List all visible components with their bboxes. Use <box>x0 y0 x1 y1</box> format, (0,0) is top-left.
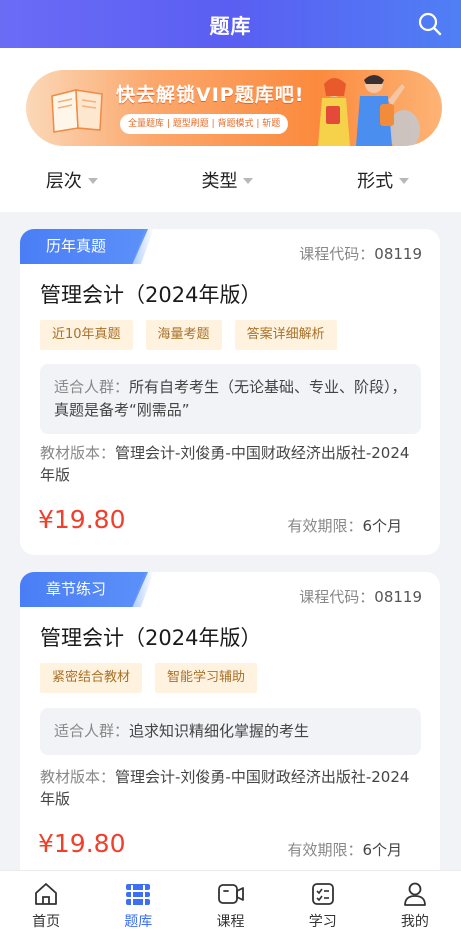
edition-label: 教材版本： <box>40 768 116 786</box>
tab-question-bank[interactable]: 题库 <box>92 871 184 937</box>
feature-tag: 海量考题 <box>145 320 222 350</box>
card-category-ribbon: 章节练习 <box>20 572 148 607</box>
validity-label: 有效期限： <box>287 517 363 535</box>
caret-down-icon <box>87 178 98 184</box>
user-icon <box>404 882 426 906</box>
tab-label: 首页 <box>32 914 61 930</box>
course-code: 课程代码：08119 <box>299 586 422 607</box>
validity-value: 6个月 <box>362 841 402 859</box>
feature-tag: 智能学习辅助 <box>155 663 258 693</box>
course-code-value: 08119 <box>374 588 422 606</box>
validity-value: 6个月 <box>362 517 402 535</box>
tab-courses[interactable]: 课程 <box>184 871 276 937</box>
filter-label: 层次 <box>45 171 82 192</box>
book-icon <box>51 89 103 133</box>
page-title: 题库 <box>209 13 252 38</box>
search-button[interactable] <box>413 7 447 41</box>
filter-label: 形式 <box>357 171 394 192</box>
question-bank-icon <box>126 884 151 905</box>
filter-level[interactable]: 层次 <box>46 167 98 193</box>
video-icon <box>217 884 244 904</box>
course-code-label: 课程代码： <box>299 588 375 606</box>
bottom-tab-bar: 首页 题库 课程 学习 我的 <box>0 870 461 937</box>
question-bank-card[interactable]: 历年真题 课程代码：08119 管理会计（2024年版） 近10年真题 海量考题… <box>20 229 440 555</box>
feature-tag: 紧密结合教材 <box>40 663 143 693</box>
question-bank-card[interactable]: 章节练习 课程代码：08119 管理会计（2024年版） 紧密结合教材 智能学习… <box>20 572 440 912</box>
top-section: 快去解锁VIP题库吧! 全量题库 | 题型刷题 | 背题模式 | 斩题 层次 类… <box>0 48 461 212</box>
tab-study[interactable]: 学习 <box>277 871 369 937</box>
validity-period: 有效期限：6个月 <box>287 839 402 860</box>
course-code: 课程代码：08119 <box>299 243 422 264</box>
audience-text: 追求知识精细化掌握的考生 <box>129 722 310 740</box>
home-icon <box>35 883 57 905</box>
audience-box: 适合人群：追求知识精细化掌握的考生 <box>40 708 421 755</box>
course-code-value: 08119 <box>374 245 422 263</box>
filter-type[interactable]: 类型 <box>201 167 254 193</box>
textbook-edition: 教材版本：管理会计-刘俊勇-中国财政经济出版社-2024年版 <box>40 442 420 486</box>
tab-label: 题库 <box>124 914 153 930</box>
top-bar: 题库 <box>0 0 461 48</box>
validity-label: 有效期限： <box>287 841 363 859</box>
audience-label: 适合人群： <box>54 378 130 396</box>
validity-period: 有效期限：6个月 <box>287 515 402 536</box>
search-icon <box>418 12 442 36</box>
price: ¥19.80 <box>38 829 126 858</box>
course-title: 管理会计（2024年版） <box>40 283 262 307</box>
filter-label: 类型 <box>201 171 238 192</box>
audience-label: 适合人群： <box>54 722 130 740</box>
tab-home[interactable]: 首页 <box>0 871 92 937</box>
feature-tag: 近10年真题 <box>40 320 133 350</box>
tab-label: 课程 <box>216 914 245 930</box>
textbook-edition: 教材版本：管理会计-刘俊勇-中国财政经济出版社-2024年版 <box>40 766 420 810</box>
filter-bar: 层次 类型 形式 <box>0 160 461 200</box>
feature-tag: 答案详细解析 <box>234 320 337 350</box>
tab-label: 学习 <box>308 914 337 930</box>
audience-box: 适合人群：所有自考考生（无论基础、专业、阶段），真题是备考“刚需品” <box>40 364 421 434</box>
checklist-icon <box>311 883 334 905</box>
students-illustration <box>318 75 420 146</box>
course-title: 管理会计（2024年版） <box>40 626 262 650</box>
tag-list: 紧密结合教材 智能学习辅助 <box>40 663 258 693</box>
vip-banner[interactable]: 快去解锁VIP题库吧! 全量题库 | 题型刷题 | 背题模式 | 斩题 <box>26 70 442 146</box>
course-code-label: 课程代码： <box>299 245 375 263</box>
edition-label: 教材版本： <box>40 444 116 462</box>
tab-label: 我的 <box>400 914 429 930</box>
banner-tagline: 全量题库 | 题型刷题 | 背题模式 | 斩题 <box>120 114 289 134</box>
card-category-ribbon: 历年真题 <box>20 229 148 264</box>
filter-format[interactable]: 形式 <box>357 167 410 193</box>
caret-down-icon <box>399 178 410 184</box>
caret-down-icon <box>243 178 254 184</box>
price: ¥19.80 <box>38 505 126 534</box>
banner-headline: 快去解锁VIP题库吧! <box>116 84 305 106</box>
tab-profile[interactable]: 我的 <box>369 871 461 937</box>
tag-list: 近10年真题 海量考题 答案详细解析 <box>40 320 337 350</box>
